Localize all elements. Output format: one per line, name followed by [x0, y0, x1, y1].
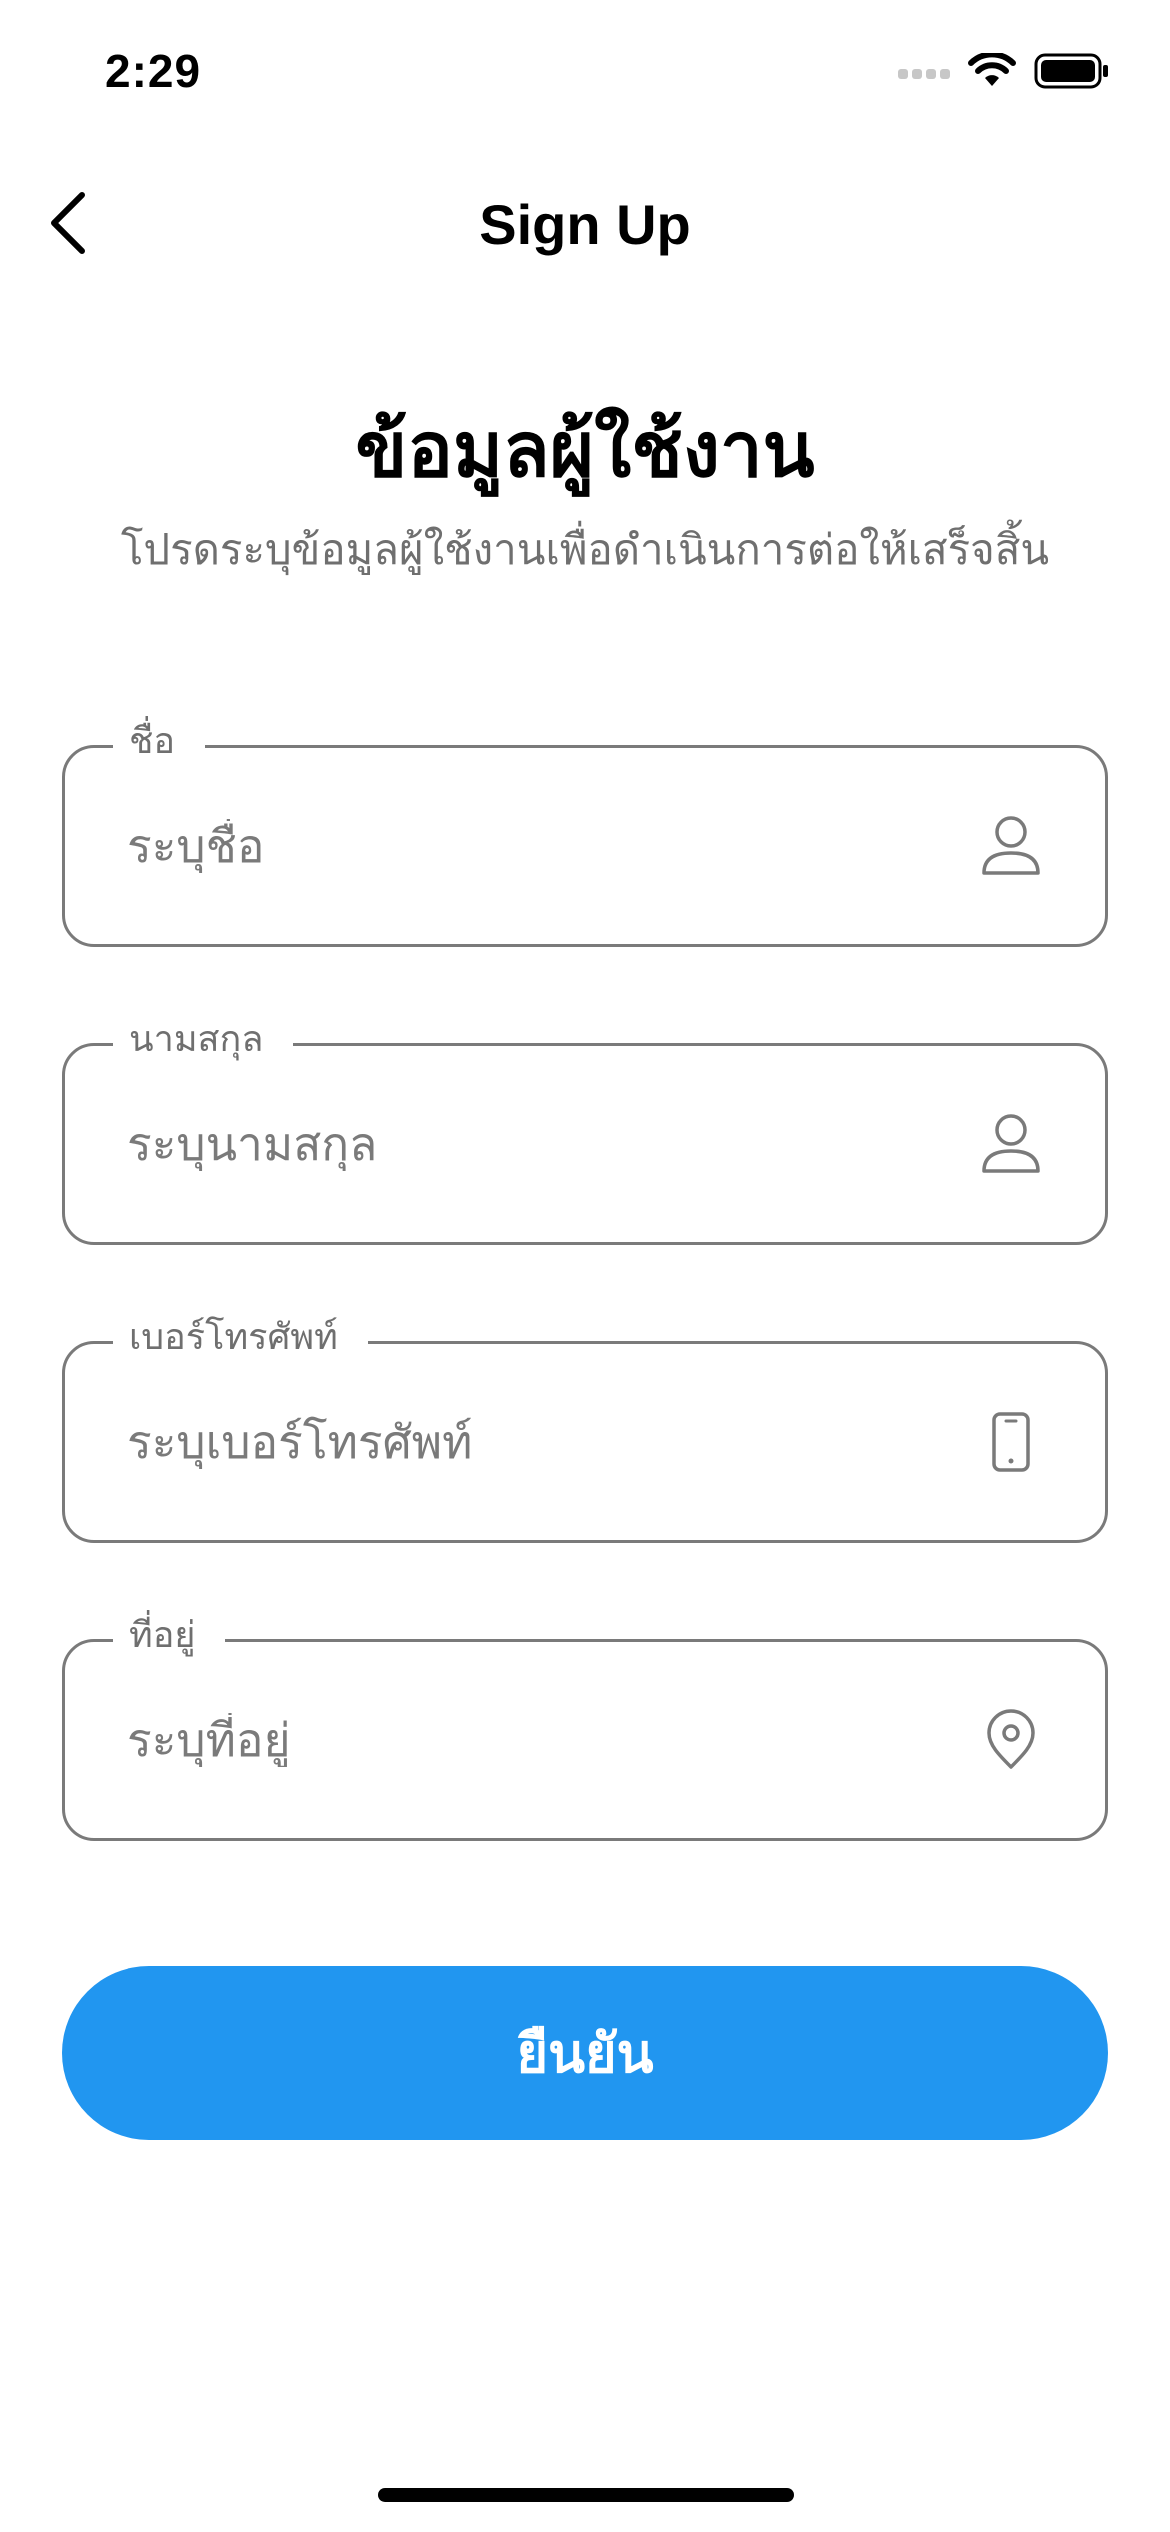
page-subtitle: โปรดระบุข้อมูลผู้ใช้งานเพื่อดำเนินการต่อ…	[120, 525, 1050, 574]
last-name-field[interactable]: นามสกุล	[62, 1008, 1108, 1245]
first-name-field[interactable]: ชื่อ	[62, 710, 1108, 947]
phone-label: เบอร์โทรศัพท์	[113, 1306, 368, 1370]
smartphone-icon	[979, 1410, 1043, 1474]
first-name-label: ชื่อ	[113, 710, 206, 774]
nav-title: Sign Up	[479, 193, 691, 256]
last-name-label: นามสกุล	[113, 1008, 294, 1072]
status-icons	[898, 50, 1110, 96]
home-indicator[interactable]	[378, 2488, 794, 2502]
wifi-icon	[968, 51, 1016, 93]
last-name-input[interactable]	[127, 1117, 927, 1171]
first-name-input[interactable]	[127, 819, 927, 873]
address-label: ที่อยู่	[113, 1604, 226, 1668]
person-icon	[979, 1112, 1043, 1176]
phone-field[interactable]: เบอร์โทรศัพท์	[62, 1306, 1108, 1543]
battery-icon	[1034, 53, 1110, 93]
person-icon	[979, 814, 1043, 878]
status-time: 2:29	[105, 45, 202, 97]
address-field[interactable]: ที่อยู่	[62, 1604, 1108, 1841]
confirm-button[interactable]: ยืนยัน	[62, 1966, 1108, 2140]
confirm-button-label: ยืนยัน	[516, 2022, 654, 2085]
address-input[interactable]	[127, 1713, 927, 1767]
phone-input[interactable]	[127, 1415, 927, 1469]
sign-up-screen: 2:29 Sign Up ข้อมูลผู้ใช้งาน โปรดระบุข้อ…	[0, 0, 1170, 2532]
cellular-signal-icon	[898, 64, 950, 83]
page-title: ข้อมูลผู้ใช้งาน	[355, 405, 815, 494]
map-pin-icon	[979, 1708, 1043, 1772]
